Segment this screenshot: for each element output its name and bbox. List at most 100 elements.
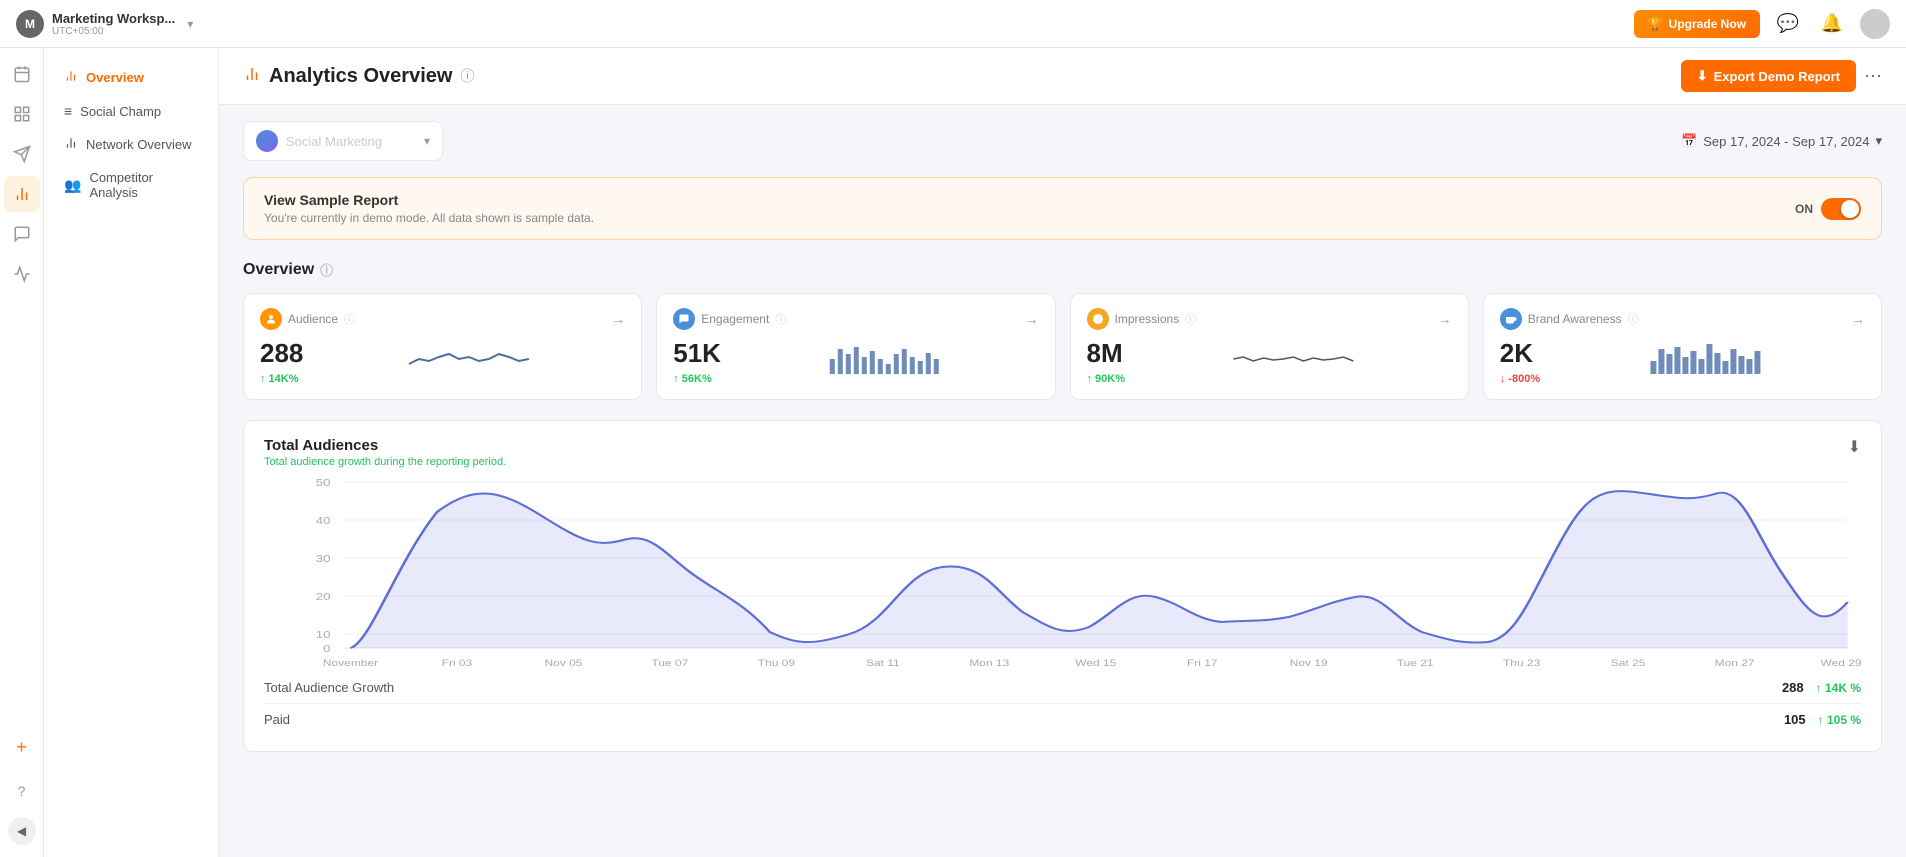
brand-icon	[1500, 308, 1522, 330]
demo-banner-title: View Sample Report	[264, 192, 594, 208]
sidebar-icon-comment[interactable]	[4, 216, 40, 252]
bell-icon[interactable]: 🔔	[1816, 8, 1848, 40]
sidebar-icon-calendar[interactable]	[4, 56, 40, 92]
date-range-label: Sep 17, 2024 - Sep 17, 2024	[1703, 134, 1869, 149]
toggle-knob	[1841, 200, 1859, 218]
sidebar-icon-plus[interactable]: +	[4, 729, 40, 765]
svg-text:Nov 19: Nov 19	[1290, 658, 1328, 668]
chart-download-icon[interactable]: ⬇	[1848, 437, 1861, 457]
impressions-card-header: Impressions ⓘ →	[1087, 308, 1452, 330]
sidebar-icon-send[interactable]	[4, 136, 40, 172]
brand-arrow-icon[interactable]: →	[1851, 311, 1865, 327]
engagement-title-row: Engagement ⓘ	[673, 308, 786, 330]
audience-icon	[260, 308, 282, 330]
brand-value-section: 2K ↓ -800%	[1500, 338, 1540, 385]
demo-toggle[interactable]: ON	[1795, 198, 1861, 220]
sidebar-item-social-champ[interactable]: ≡ Social Champ	[50, 95, 212, 127]
competitor-icon: 👥	[64, 177, 81, 194]
demo-banner-text: View Sample Report You're currently in d…	[264, 192, 594, 225]
overview-info-icon[interactable]: ⓘ	[320, 260, 333, 279]
audience-card-body: 288 ↑ 14K%	[260, 338, 625, 385]
sidebar-item-overview[interactable]: Overview	[50, 61, 212, 94]
brand-awareness-card: Brand Awareness ⓘ → 2K ↓ -800%	[1483, 293, 1882, 400]
network-overview-label: Network Overview	[86, 137, 191, 152]
stat-values: 288 ↑ 14K %	[1782, 680, 1861, 695]
toggle-switch[interactable]	[1821, 198, 1861, 220]
engagement-change: ↑ 56K%	[673, 373, 721, 385]
sidebar-item-network-overview[interactable]: Network Overview	[50, 128, 212, 161]
audience-title-row: Audience ⓘ	[260, 308, 355, 330]
demo-banner-subtitle: You're currently in demo mode. All data …	[264, 211, 594, 225]
topbar: M Marketing Worksp... UTC+05:00 ▾ 🏆 Upgr…	[0, 0, 1906, 48]
workspace-chevron-icon[interactable]: ▾	[187, 17, 193, 31]
chart-title: Total Audiences	[264, 437, 506, 454]
header-right: ⬇ Export Demo Report ⋯	[1681, 60, 1882, 92]
profile-dropdown[interactable]: Social Marketing ▾	[243, 121, 443, 161]
topbar-left: M Marketing Worksp... UTC+05:00 ▾	[16, 10, 193, 38]
brand-card-title: Brand Awareness	[1528, 312, 1622, 326]
svg-text:Wed 29: Wed 29	[1821, 658, 1861, 668]
audience-card-header: Audience ⓘ →	[260, 308, 625, 330]
analytics-chart-icon	[243, 65, 261, 88]
export-button[interactable]: ⬇ Export Demo Report	[1681, 60, 1856, 92]
engagement-value-section: 51K ↑ 56K%	[673, 338, 721, 385]
audience-card-title: Audience	[288, 312, 338, 326]
engagement-card: Engagement ⓘ → 51K ↑ 56K%	[656, 293, 1055, 400]
workspace-name: Marketing Worksp...	[52, 11, 175, 26]
main-layout: + ? ◀ Overview ≡ Social Champ Network Ov…	[0, 48, 1906, 857]
sidebar-icon-grid[interactable]	[4, 96, 40, 132]
audience-value-section: 288 ↑ 14K%	[260, 338, 303, 385]
brand-info-icon[interactable]: ⓘ	[1628, 311, 1639, 327]
more-options-button[interactable]: ⋯	[1864, 66, 1882, 87]
upgrade-button[interactable]: 🏆 Upgrade Now	[1634, 10, 1760, 38]
audience-sparkline	[313, 339, 625, 384]
workspace-badge: M	[16, 10, 44, 38]
toggle-label: ON	[1795, 202, 1813, 216]
impressions-value-section: 8M ↑ 90K%	[1087, 338, 1126, 385]
collapse-button[interactable]: ◀	[8, 817, 36, 845]
content-body: Social Marketing ▾ 📅 Sep 17, 2024 - Sep …	[219, 105, 1906, 857]
chart-subtitle: Total audience growth during the reporti…	[264, 456, 506, 468]
sidebar-icon-help[interactable]: ?	[4, 773, 40, 809]
svg-text:Wed 15: Wed 15	[1075, 658, 1116, 668]
date-chevron-icon: ▾	[1875, 133, 1882, 149]
overview-nav-label: Overview	[86, 70, 144, 85]
help-circle-icon[interactable]: ⓘ	[460, 66, 474, 86]
sidebar-item-competitor-analysis[interactable]: 👥 Competitor Analysis	[50, 162, 212, 208]
audience-change: ↑ 14K%	[260, 373, 303, 385]
header-left: Analytics Overview ⓘ	[243, 65, 474, 88]
engagement-card-header: Engagement ⓘ →	[673, 308, 1038, 330]
brand-value: 2K	[1500, 338, 1540, 369]
avatar[interactable]	[1860, 9, 1890, 39]
impressions-arrow-icon[interactable]: →	[1438, 311, 1452, 327]
audience-value: 288	[260, 338, 303, 369]
competitor-analysis-label: Competitor Analysis	[89, 170, 198, 200]
svg-text:Nov 05: Nov 05	[544, 658, 582, 668]
audience-arrow-icon[interactable]: →	[611, 311, 625, 327]
engagement-info-icon[interactable]: ⓘ	[775, 311, 786, 327]
svg-text:50: 50	[316, 478, 331, 489]
brand-title-row: Brand Awareness ⓘ	[1500, 308, 1639, 330]
sidebar-icon-analytics[interactable]	[4, 176, 40, 212]
engagement-icon	[673, 308, 695, 330]
engagement-value: 51K	[673, 338, 721, 369]
impressions-change: ↑ 90K%	[1087, 373, 1126, 385]
stat-change-paid: ↑ 105 %	[1818, 713, 1861, 727]
page-title: Analytics Overview	[269, 65, 452, 88]
workspace-info: Marketing Worksp... UTC+05:00	[52, 11, 175, 37]
icon-sidebar: + ? ◀	[0, 48, 44, 857]
impressions-info-icon[interactable]: ⓘ	[1185, 311, 1196, 327]
date-range-picker[interactable]: 📅 Sep 17, 2024 - Sep 17, 2024 ▾	[1681, 133, 1882, 149]
audience-info-icon[interactable]: ⓘ	[344, 311, 355, 327]
impressions-card-body: 8M ↑ 90K%	[1087, 338, 1452, 385]
engagement-card-body: 51K ↑ 56K%	[673, 338, 1038, 385]
social-champ-icon: ≡	[64, 103, 72, 119]
message-icon[interactable]: 💬	[1772, 8, 1804, 40]
svg-text:Sat 25: Sat 25	[1611, 658, 1646, 668]
engagement-card-title: Engagement	[701, 312, 769, 326]
impressions-title-row: Impressions ⓘ	[1087, 308, 1197, 330]
sidebar-icon-bars[interactable]	[4, 256, 40, 292]
stat-change-total: ↑ 14K %	[1816, 681, 1861, 695]
calendar-icon: 📅	[1681, 133, 1697, 149]
engagement-arrow-icon[interactable]: →	[1025, 311, 1039, 327]
